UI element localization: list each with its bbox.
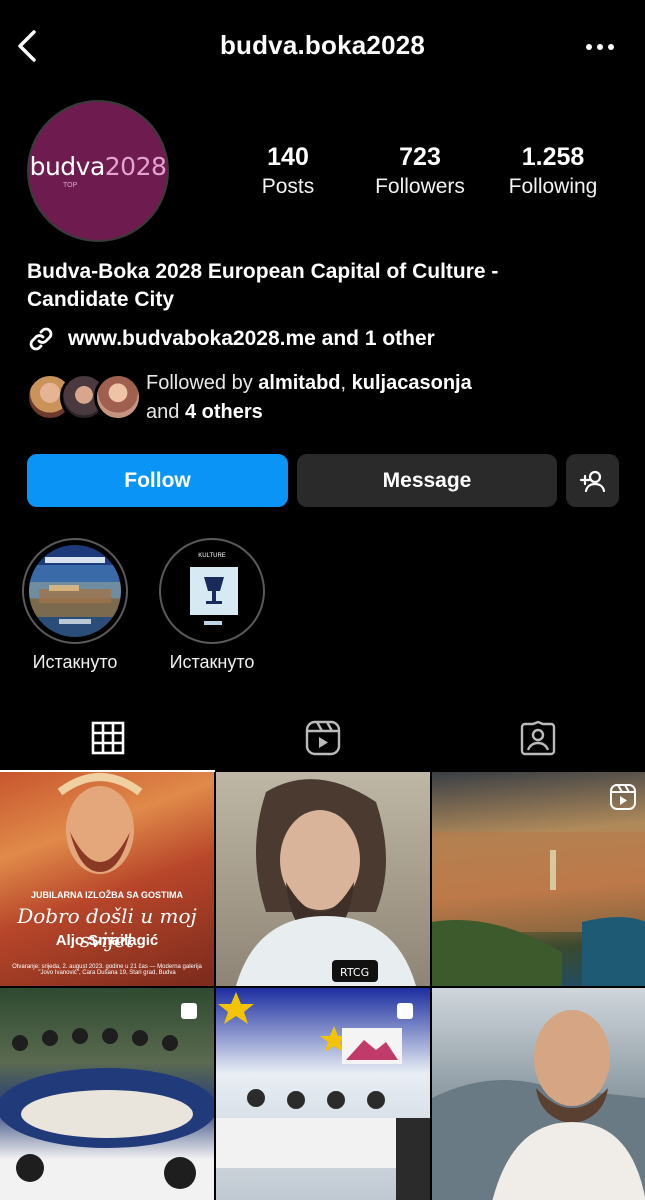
followers-count[interactable]: 723 Followers [362,142,478,202]
following-label: Following [508,175,598,198]
top-bar: budva.boka2028 [0,0,645,92]
post-thumbnail[interactable] [432,988,645,1200]
poster-artist: Aljo Smailagić [55,932,159,949]
profile-link[interactable]: www.budvaboka2028.me and 1 other [26,325,435,353]
message-button[interactable]: Message [297,454,557,507]
followed-by-and: and [146,401,185,423]
followed-by-user[interactable]: kuljacasonja [352,372,472,394]
highlight-ring [22,538,128,644]
profile-bio: Budva-Boka 2028 European Capital of Cult… [27,258,617,314]
highlight-ring: KULTURE [159,538,265,644]
profile-link-text: www.budvaboka2028.me and 1 other [68,327,435,350]
poster-subtitle: JUBILARNA IZLOŽBA SA GOSTIMA [31,890,183,900]
story-highlight[interactable]: Истакнуто [22,538,128,673]
tab-grid[interactable] [0,706,215,772]
chevron-left-icon [18,30,36,62]
follower-avatar [94,373,142,421]
avatar-logo-year: 2028 [104,152,167,181]
post-thumbnail[interactable]: JUBILARNA IZLOŽBA SA GOSTIMA Dobro došli… [0,772,214,986]
avatar-logo-small-text: TOP [63,182,78,189]
followed-by-separator: , [340,372,352,394]
post-thumbnail[interactable] [432,772,645,986]
bio-line-2: Candidate City [27,288,175,311]
avatar-logo: budva2028 [29,152,167,181]
painting-image [57,773,143,874]
tab-reels[interactable] [215,706,430,770]
highlight-cover [29,545,121,637]
highlight-cover: KULTURE [166,545,258,637]
avatar-logo-text: budva [29,152,106,181]
followers-value: 723 [399,143,441,171]
microphone-label: RTCG [340,966,369,979]
highlight-label: Истакнуто [32,652,118,672]
follow-button[interactable]: Follow [27,454,288,507]
follower-avatars [26,373,142,421]
followed-by-prefix: Followed by [146,372,259,394]
poster-info: Otvaranje: srijeda, 2. august 2023. godi… [12,964,202,976]
story-highlight[interactable]: KULTURE Истакнуто [159,538,265,673]
person-photo: RTCG [236,779,416,986]
post-thumbnail[interactable] [0,988,214,1200]
cup-icon [190,567,238,625]
profile-username: budva.boka2028 [219,30,426,60]
followed-by-user[interactable]: almitabd [258,372,340,394]
tab-tagged[interactable] [430,706,645,770]
reels-icon [305,720,340,756]
link-icon [29,327,53,351]
more-options-button[interactable] [583,36,617,58]
carousel-indicator-icon [397,1003,413,1019]
profile-tabs [0,706,645,772]
highlight-cover-image [39,557,111,624]
profile-avatar[interactable]: budva2028 TOP [27,100,169,242]
back-button[interactable] [10,26,44,66]
followed-by-text: Followed by almitabd, kuljacasonja and 4… [146,369,472,427]
suggested-users-button[interactable] [566,454,619,507]
posts-grid: JUBILARNA IZLOŽBA SA GOSTIMA Dobro došli… [0,772,645,1200]
following-count[interactable]: 1.258 Following [495,142,611,202]
highlight-label: Истакнуто [169,652,255,672]
bio-line-1: Budva-Boka 2028 European Capital of Cult… [27,260,499,283]
grid-icon [91,721,124,755]
following-value: 1.258 [521,143,585,171]
tagged-icon [520,720,555,756]
post-thumbnail[interactable]: RTCG [216,772,430,986]
followed-by-others[interactable]: 4 others [185,401,263,423]
reel-indicator-icon [610,784,636,810]
posts-label: Posts [261,175,315,198]
portrait-photo [432,1010,645,1200]
post-thumbnail[interactable] [216,988,430,1200]
add-user-icon [579,470,605,492]
posts-count[interactable]: 140 Posts [248,142,328,202]
carousel-indicator-icon [181,1003,197,1019]
followers-label: Followers [375,175,465,198]
more-horizontal-icon [586,44,614,50]
posts-value: 140 [267,143,309,171]
followed-by[interactable]: Followed by almitabd, kuljacasonja and 4… [26,369,616,425]
